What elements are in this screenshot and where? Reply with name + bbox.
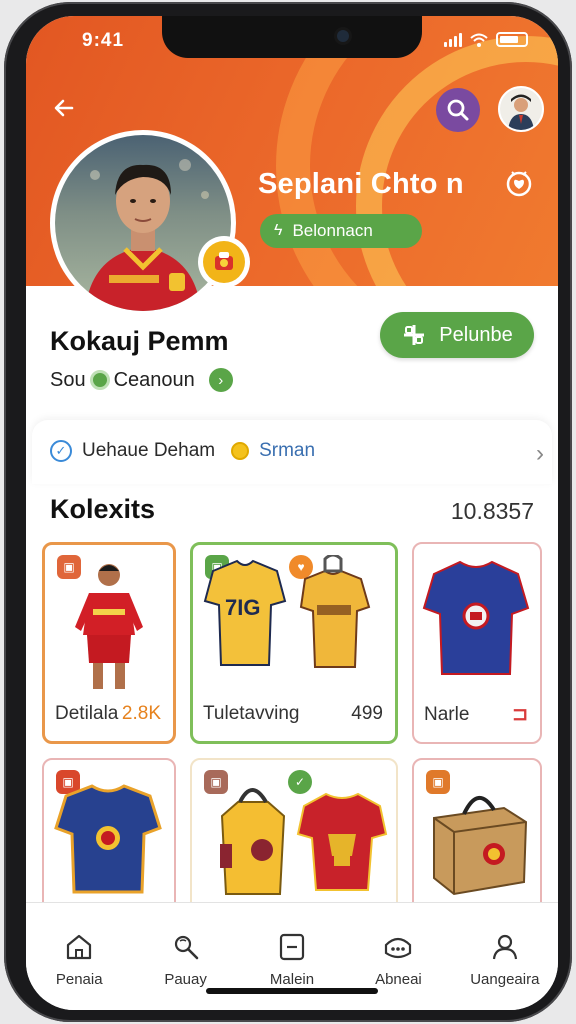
status-icons	[444, 32, 528, 47]
online-dot-icon	[89, 370, 110, 390]
profile-panel: Kokauj Pemm Sou Ceanoun › Pelunbe ✓ Ueha…	[26, 286, 558, 928]
notch	[162, 16, 422, 58]
card-value: 2.8K	[121, 703, 161, 724]
user-avatar[interactable]	[498, 86, 544, 132]
tab-label: Pauay	[164, 971, 207, 988]
tab-label: Penaia	[55, 971, 103, 988]
medal-badge[interactable]	[198, 236, 250, 288]
tab-profile[interactable]: Uangeaira	[452, 903, 558, 1010]
tab-label: Malein	[269, 971, 315, 988]
follow-button[interactable]: Pelunbe	[380, 312, 534, 358]
tab-home[interactable]: Penaia	[26, 903, 132, 1010]
phone-frame: 9:41 Seplani Chto n ϟ Belonnacn Kokauj P…	[4, 2, 572, 1022]
collection-card[interactable]: Narle ⊐	[412, 542, 542, 744]
info-row: ✓ Uehaue Deham Srman	[50, 440, 315, 462]
card-label: Tuletavving	[203, 703, 300, 724]
status-time: 9:41	[82, 30, 125, 51]
status-pill[interactable]: ϟ Belonnacn	[260, 214, 422, 248]
card-label: Detilala	[55, 703, 119, 724]
battery-icon	[496, 32, 528, 47]
follow-button-label: Pelunbe	[439, 323, 513, 346]
subtitle-left: Sou	[50, 368, 86, 391]
tab-label: Abneai	[375, 971, 422, 988]
collection-card[interactable]: ▣ ♥ 7IG Tuletavving 499	[190, 542, 398, 744]
signal-icon	[444, 32, 462, 47]
gift-box-image	[433, 796, 528, 896]
home-icon	[67, 934, 92, 960]
bag-and-jersey-image	[220, 788, 388, 895]
chat-icon	[385, 937, 412, 959]
player-figure-image	[75, 564, 143, 689]
search-icon	[174, 935, 198, 960]
profile-name: Kokauj Pemm	[50, 326, 229, 356]
front-camera	[337, 30, 349, 42]
status-pill-label: Belonnacn	[292, 221, 373, 240]
search-icon	[447, 99, 469, 121]
info-suffix: Srman	[259, 440, 316, 461]
profile-icon	[492, 934, 517, 960]
card-label: Narle	[424, 704, 470, 725]
card-value-icon: ⊐	[512, 704, 528, 725]
navy-jersey-image	[54, 784, 162, 894]
chevron-right-icon[interactable]: ›	[208, 368, 233, 392]
collection-title: Kolexits	[50, 494, 156, 524]
player-illustration	[85, 159, 209, 311]
home-indicator[interactable]	[206, 988, 378, 994]
search-button[interactable]	[436, 88, 480, 132]
screen: 9:41 Seplani Chto n ϟ Belonnacn Kokauj P…	[26, 16, 558, 1010]
box-icon	[279, 933, 305, 961]
collection-card[interactable]: ▣ Detilala 2.8K	[42, 542, 176, 744]
yellow-jerseys-image: 7IG	[203, 555, 371, 668]
bolt-icon: ϟ	[274, 222, 283, 239]
wifi-icon	[470, 33, 488, 47]
profile-subtitle: Sou Ceanoun ›	[50, 368, 233, 392]
svg-text:7IG: 7IG	[225, 595, 260, 620]
profile-photo[interactable]	[50, 130, 236, 316]
heart-badge-icon[interactable]	[502, 166, 536, 200]
collection-count: 10.8357	[450, 498, 534, 524]
coin-icon	[231, 442, 250, 460]
chevron-right-icon: ›	[536, 440, 544, 467]
info-row-card[interactable]: ✓ Uehaue Deham Srman ›	[32, 420, 552, 484]
tab-label: Uangeaira	[470, 971, 540, 988]
card-value: 499	[351, 703, 383, 724]
grid-plus-icon	[404, 325, 425, 345]
player-photo	[55, 135, 231, 311]
person-icon	[500, 88, 542, 130]
blue-jersey-image	[422, 560, 530, 675]
header-profile-name: Seplani Chto n	[258, 168, 464, 200]
medal-icon	[203, 241, 245, 283]
check-circle-icon: ✓	[50, 440, 72, 462]
back-arrow-icon[interactable]	[52, 96, 76, 120]
info-text: Uehaue Deham	[82, 440, 216, 461]
subtitle-right: Ceanoun	[113, 368, 195, 391]
